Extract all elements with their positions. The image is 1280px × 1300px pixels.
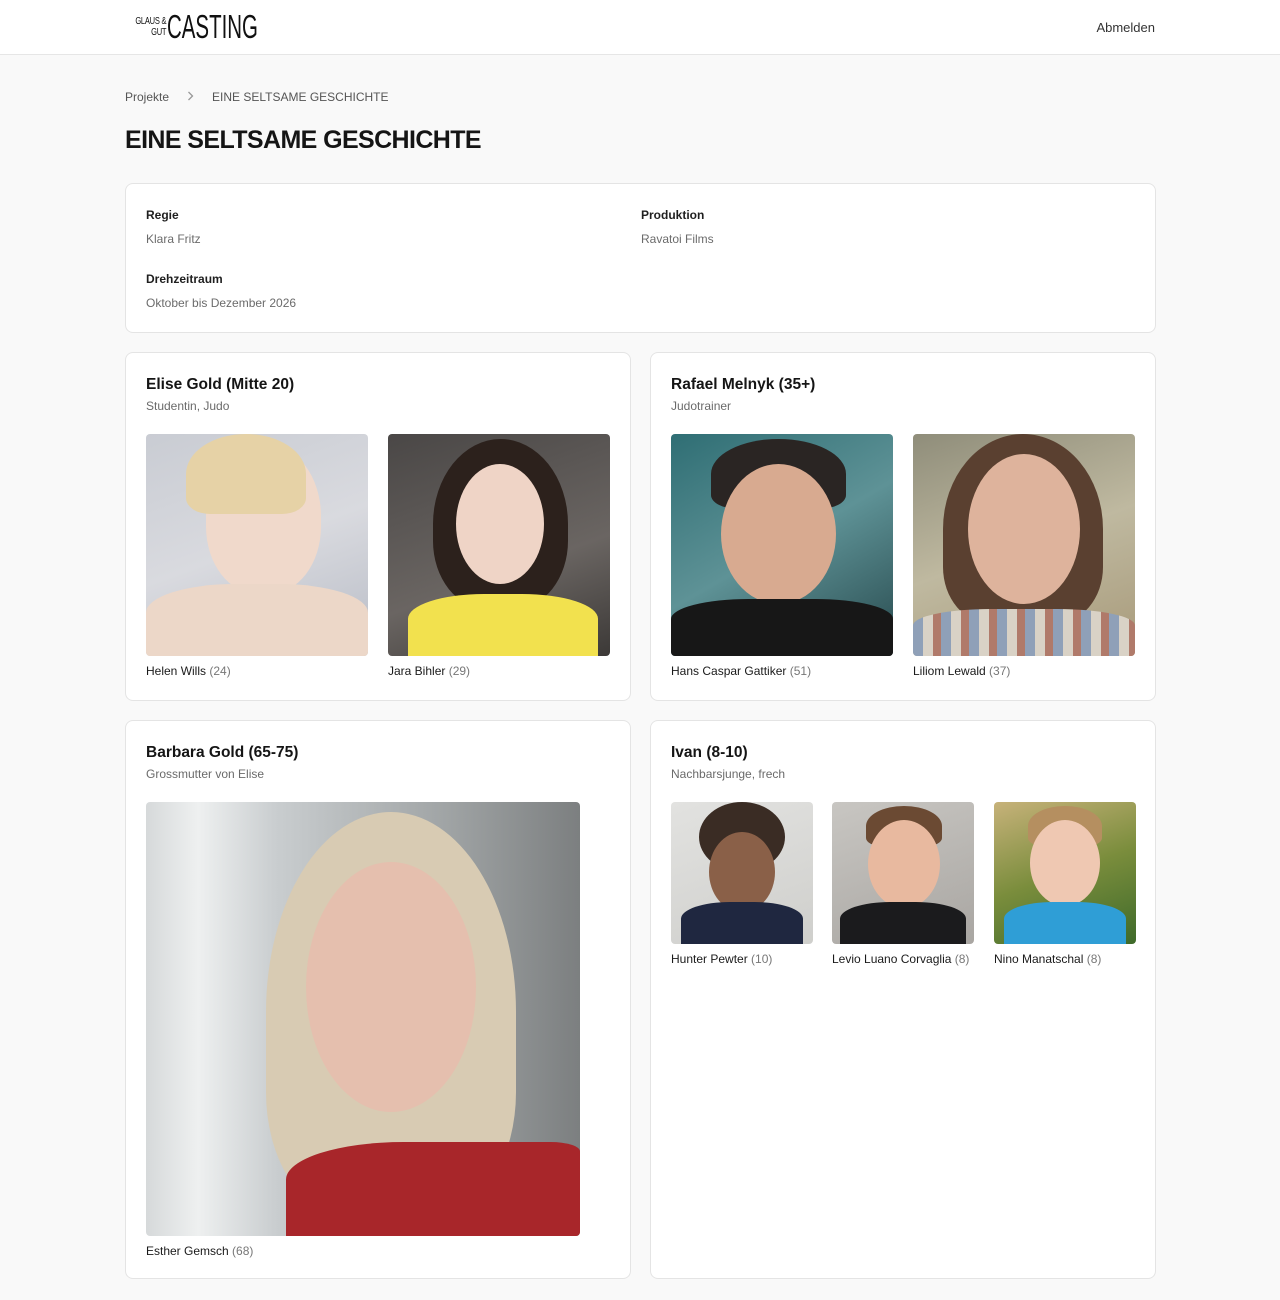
actor-photo[interactable] — [146, 434, 368, 656]
actor-name: Hunter Pewter — [671, 952, 748, 966]
role-title: Barbara Gold (65-75) — [146, 744, 299, 761]
role-card-ivan[interactable]: Ivan (8-10) Nachbarsjunge, frech Hunter … — [650, 720, 1156, 1279]
actor-name: Helen Wills — [146, 664, 207, 678]
actor-name: Nino Manatschal — [994, 952, 1084, 966]
actor-name: Levio Luano Corvaglia — [832, 952, 952, 966]
role-title: Ivan (8-10) — [671, 744, 748, 761]
role-title: Rafael Melnyk (35+) — [671, 376, 816, 393]
breadcrumb-current: EINE SELTSAME GESCHICHTE — [212, 90, 389, 104]
produktion-label: Produktion — [641, 208, 705, 222]
actor-photo[interactable] — [832, 802, 974, 944]
page-title: EINE SELTSAME GESCHICHTE — [125, 126, 482, 154]
logo-small-text: GLAUS & GUT — [135, 16, 166, 38]
actor-caption: Esther Gemsch (68) — [146, 1243, 253, 1260]
actor-age: (8) — [954, 952, 970, 966]
actor-caption: Nino Manatschal (8) — [994, 951, 1136, 968]
chevron-right-icon — [187, 90, 194, 104]
actor-photo[interactable] — [671, 802, 813, 944]
actor-age: (68) — [232, 1244, 254, 1258]
actor-age: (29) — [448, 664, 471, 678]
drehzeitraum-value: Oktober bis Dezember 2026 — [146, 296, 297, 310]
actor-caption: Hunter Pewter (10) — [671, 951, 813, 968]
produktion-value: Ravatoi Films — [641, 232, 714, 246]
actor-photo[interactable] — [146, 802, 580, 1236]
role-subtitle: Studentin, Judo — [146, 399, 230, 413]
actor-caption: Liliom Lewald (37) — [913, 663, 1010, 680]
logo[interactable]: GLAUS & GUT CASTING — [125, 10, 314, 44]
project-info-card: Regie Klara Fritz Produktion Ravatoi Fil… — [125, 183, 1156, 333]
actor-photo[interactable] — [913, 434, 1135, 656]
role-title: Elise Gold (Mitte 20) — [146, 376, 295, 393]
actor-photo[interactable] — [994, 802, 1136, 944]
regie-value: Klara Fritz — [146, 232, 201, 246]
top-navbar: GLAUS & GUT CASTING Abmelden — [0, 0, 1280, 55]
role-card-barbara-gold[interactable]: Barbara Gold (65-75) Grossmutter von Eli… — [125, 720, 631, 1279]
actor-age: (24) — [209, 664, 231, 678]
logo-small-line1: GLAUS & — [135, 16, 167, 27]
role-subtitle: Grossmutter von Elise — [146, 767, 265, 781]
actor-caption: Helen Wills (24) — [146, 663, 231, 680]
role-card-elise-gold[interactable]: Elise Gold (Mitte 20) Studentin, Judo He… — [125, 352, 631, 701]
actor-photo[interactable] — [388, 434, 610, 656]
actor-caption: Levio Luano Corvaglia (8) — [832, 951, 974, 968]
role-subtitle: Judotrainer — [671, 399, 732, 413]
breadcrumb-projects-link[interactable]: Projekte — [125, 90, 169, 104]
drehzeitraum-label: Drehzeitraum — [146, 272, 223, 286]
actor-name: Liliom Lewald — [913, 664, 986, 678]
actor-name: Esther Gemsch — [146, 1244, 229, 1258]
actor-name: Jara Bihler — [388, 664, 446, 678]
actor-age: (10) — [751, 952, 773, 966]
actor-name: Hans Caspar Gattiker — [671, 664, 787, 678]
role-subtitle: Nachbarsjunge, frech — [671, 767, 786, 781]
actor-age: (51) — [789, 664, 812, 678]
actor-photo[interactable] — [671, 434, 893, 656]
logo-small-line2: GUT — [151, 27, 167, 38]
regie-label: Regie — [146, 208, 179, 222]
actor-age: (8) — [1086, 952, 1102, 966]
breadcrumb: Projekte EINE SELTSAME GESCHICHTE — [125, 90, 389, 104]
actor-caption: Jara Bihler (29) — [388, 663, 470, 680]
actor-caption: Hans Caspar Gattiker (51) — [671, 663, 811, 680]
actor-age: (37) — [989, 664, 1011, 678]
logout-link[interactable]: Abmelden — [1096, 20, 1155, 35]
role-card-rafael-melnyk[interactable]: Rafael Melnyk (35+) Judotrainer Hans Cas… — [650, 352, 1156, 701]
logo-big-text: CASTING — [167, 8, 259, 45]
